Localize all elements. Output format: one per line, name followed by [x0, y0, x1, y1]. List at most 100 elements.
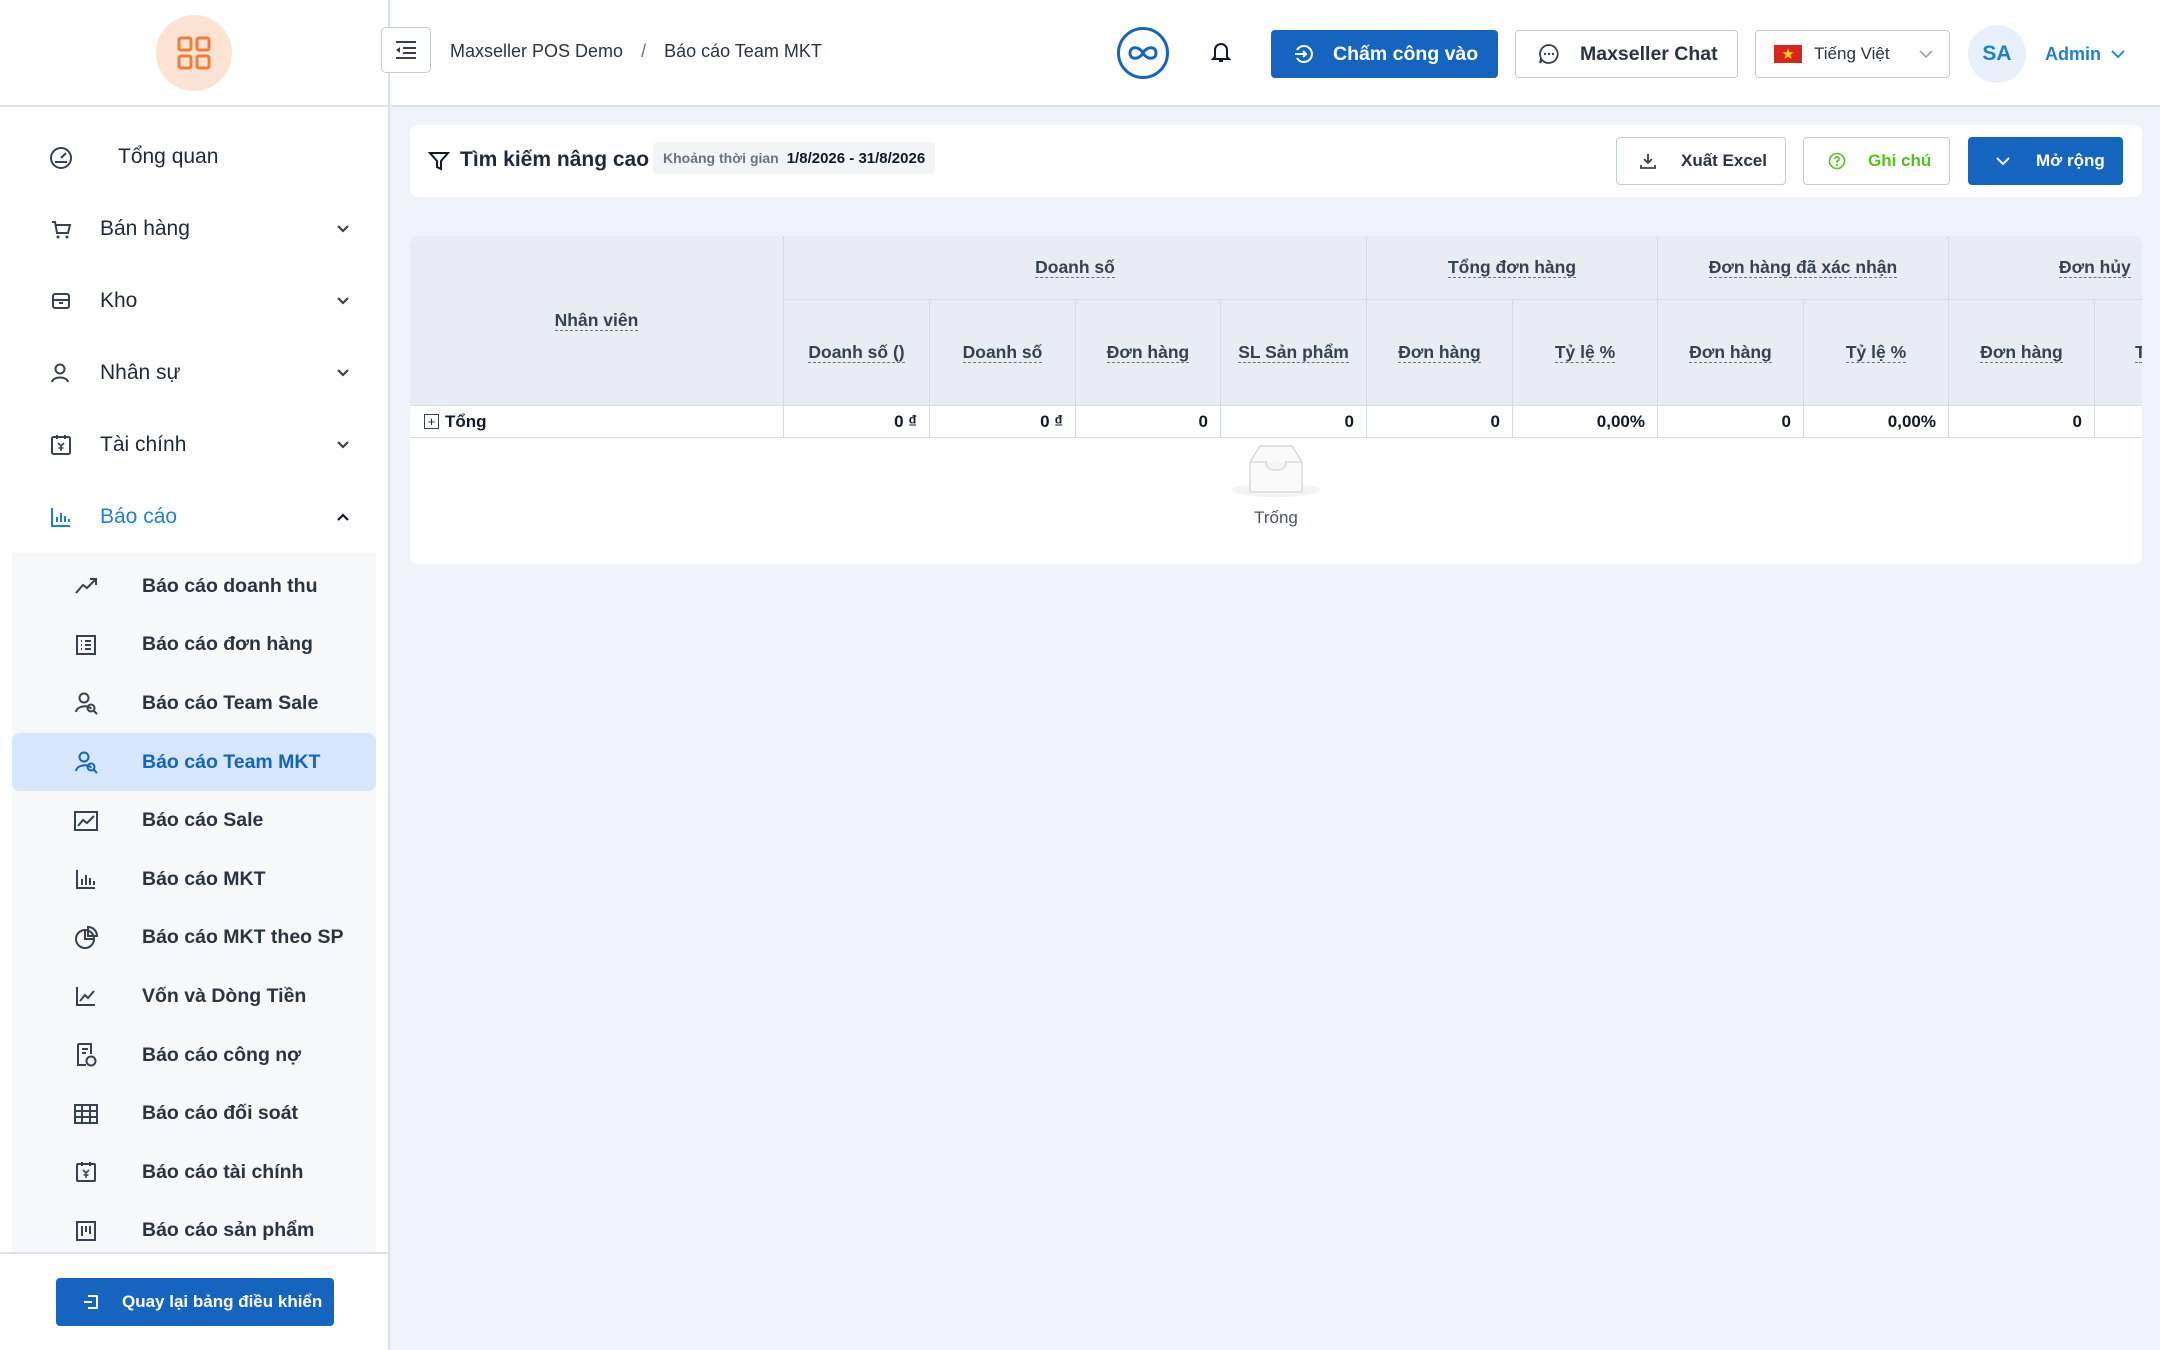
export-excel-label: Xuất Excel	[1681, 151, 1767, 170]
sidebar-item-hr[interactable]: Nhân sự	[0, 337, 388, 409]
reports-submenu: Báo cáo doanh thu Báo cáo đơn hàng Báo c…	[12, 553, 376, 1261]
vietnam-flag-icon	[1774, 45, 1802, 63]
total-cell: 0	[1367, 406, 1513, 438]
menu-toggle-button[interactable]	[381, 27, 431, 73]
sidebar-item-mkt-by-product-report[interactable]: Báo cáo MKT theo SP	[12, 909, 376, 968]
line-chart-icon	[72, 982, 100, 1010]
user-menu[interactable]: Admin	[2045, 44, 2127, 65]
avatar[interactable]: SA	[1968, 25, 2026, 83]
total-cell: 0,00%	[1804, 406, 1949, 438]
column-header-confirmed-orders-count[interactable]: Đơn hàng	[1658, 300, 1804, 406]
sidebar-item-revenue-report[interactable]: Báo cáo doanh thu	[12, 557, 376, 616]
expand-label: Mở rộng	[2036, 151, 2105, 170]
language-label: Tiếng Việt	[1814, 44, 1890, 63]
breadcrumb-current: Báo cáo Team MKT	[664, 41, 822, 61]
table-grid: Nhân viên Doanh số Tổng đơn hàng Đơn hàn…	[410, 236, 2142, 438]
bar-chart-icon	[46, 502, 76, 532]
column-header-total-orders-rate[interactable]: Tỷ lệ %	[1513, 300, 1658, 406]
sidebar-item-sale-report[interactable]: Báo cáo Sale	[12, 791, 376, 850]
chevron-down-icon	[337, 369, 349, 377]
sidebar-item-label: Báo cáo Team Sale	[142, 691, 319, 714]
chevron-down-icon	[1919, 50, 1933, 59]
total-cell: 0 ₫	[930, 406, 1076, 438]
team-icon	[72, 748, 100, 776]
sidebar-footer: Quay lại bảng điều khiển	[0, 1252, 388, 1350]
column-header-product-qty[interactable]: SL Sản phẩm	[1221, 300, 1367, 406]
bar-chart-icon	[72, 865, 100, 893]
sidebar-item-mkt-report[interactable]: Báo cáo MKT	[12, 850, 376, 909]
chat-label: Maxseller Chat	[1580, 42, 1718, 65]
cart-icon	[46, 214, 76, 244]
total-cell: 0	[1076, 406, 1221, 438]
total-row-label[interactable]: + Tổng	[410, 406, 784, 438]
sidebar-item-label: Báo cáo công nợ	[142, 1043, 302, 1066]
sidebar-item-label: Báo cáo Team MKT	[142, 750, 321, 773]
sidebar-item-label: Báo cáo đối soát	[142, 1102, 299, 1125]
sidebar: Tổng quan Bán hàng Kho Nhân sự Tài chính…	[0, 0, 390, 1350]
chevron-down-icon	[337, 225, 349, 233]
sidebar-item-warehouse[interactable]: Kho	[0, 265, 388, 337]
trend-up-icon	[72, 572, 100, 600]
calendar-money-icon	[46, 430, 76, 460]
column-header-revenue[interactable]: Doanh số	[930, 300, 1076, 406]
debt-doc-icon	[72, 1041, 100, 1069]
sidebar-item-order-report[interactable]: Báo cáo đơn hàng	[12, 616, 376, 675]
column-header-total-orders-count[interactable]: Đơn hàng	[1367, 300, 1513, 406]
sidebar-item-team-mkt-report[interactable]: Báo cáo Team MKT	[12, 732, 376, 792]
sidebar-item-label: Bán hàng	[100, 217, 190, 240]
sidebar-item-sales[interactable]: Bán hàng	[0, 193, 388, 265]
sidebar-item-label: Báo cáo tài chính	[142, 1160, 304, 1183]
expand-row-icon[interactable]: +	[424, 414, 439, 429]
box-icon	[46, 286, 76, 316]
infinity-icon	[1128, 46, 1158, 60]
chat-button[interactable]: Maxseller Chat	[1515, 30, 1738, 78]
chevron-up-icon	[337, 513, 349, 521]
sidebar-item-label: Báo cáo MKT theo SP	[142, 926, 344, 949]
advanced-search-bar: Tìm kiếm nâng cao Khoảng thời gian 1/8/2…	[410, 125, 2142, 197]
empty-state-text: Trống	[1254, 508, 1298, 527]
group-header-revenue: Doanh số	[784, 236, 1367, 300]
download-icon	[1639, 152, 1657, 170]
sidebar-item-label: Báo cáo sản phẩm	[142, 1219, 315, 1242]
notification-button[interactable]	[1210, 40, 1232, 69]
advanced-search-title[interactable]: Tìm kiếm nâng cao	[460, 148, 649, 172]
column-header-cancelled-orders-count[interactable]: Đơn hàng	[1949, 300, 2095, 406]
product-icon	[72, 1217, 100, 1245]
back-to-dashboard-button[interactable]: Quay lại bảng điều khiển	[56, 1278, 334, 1326]
sidebar-item-capital-cashflow[interactable]: Vốn và Dòng Tiền	[12, 967, 376, 1026]
app-logo[interactable]	[156, 14, 232, 91]
column-header-confirmed-orders-rate[interactable]: Tỷ lệ %	[1804, 300, 1949, 406]
sidebar-item-team-sale-report[interactable]: Báo cáo Team Sale	[12, 674, 376, 733]
sidebar-item-finance-report[interactable]: Báo cáo tài chính	[12, 1143, 376, 1202]
group-header-confirmed-orders: Đơn hàng đã xác nhận	[1658, 236, 1949, 300]
empty-state: Trống	[410, 440, 2142, 528]
sidebar-item-overview[interactable]: Tổng quan	[0, 121, 388, 193]
calendar-yen-icon	[72, 1158, 100, 1186]
integration-button[interactable]	[1117, 27, 1169, 79]
note-button[interactable]: Ghi chú	[1803, 137, 1950, 185]
total-cell: 0	[1221, 406, 1367, 438]
sidebar-item-label: Báo cáo Sale	[142, 809, 264, 832]
column-header-cancelled-orders-rate[interactable]: T	[2095, 300, 2142, 406]
export-excel-button[interactable]: Xuất Excel	[1616, 137, 1786, 185]
sidebar-item-label: Báo cáo MKT	[142, 867, 266, 890]
total-cell: 0	[1658, 406, 1804, 438]
sidebar-item-reports[interactable]: Báo cáo	[0, 481, 388, 553]
sidebar-item-label: Báo cáo	[100, 505, 178, 528]
chevron-down-icon	[337, 441, 349, 449]
checkin-button[interactable]: Chấm công vào	[1271, 30, 1498, 78]
sidebar-item-reconciliation-report[interactable]: Báo cáo đối soát	[12, 1084, 376, 1143]
sidebar-item-finance[interactable]: Tài chính	[0, 409, 388, 481]
sidebar-item-label: Tổng quan	[118, 145, 219, 168]
breadcrumb-home[interactable]: Maxseller POS Demo	[450, 41, 623, 62]
column-header-revenue-currency[interactable]: Doanh số ()	[784, 300, 930, 406]
back-button-label: Quay lại bảng điều khiển	[122, 1292, 323, 1311]
sidebar-item-label: Tài chính	[100, 433, 187, 456]
language-select[interactable]: Tiếng Việt	[1755, 30, 1950, 78]
expand-button[interactable]: Mở rộng	[1968, 137, 2123, 185]
chat-icon	[1538, 43, 1560, 65]
column-header-orders[interactable]: Đơn hàng	[1076, 300, 1221, 406]
date-range-tag[interactable]: Khoảng thời gian 1/8/2026 - 31/8/2026	[653, 142, 936, 174]
column-header-employee[interactable]: Nhân viên	[410, 236, 784, 406]
sidebar-item-debt-report[interactable]: Báo cáo công nợ	[12, 1026, 376, 1085]
